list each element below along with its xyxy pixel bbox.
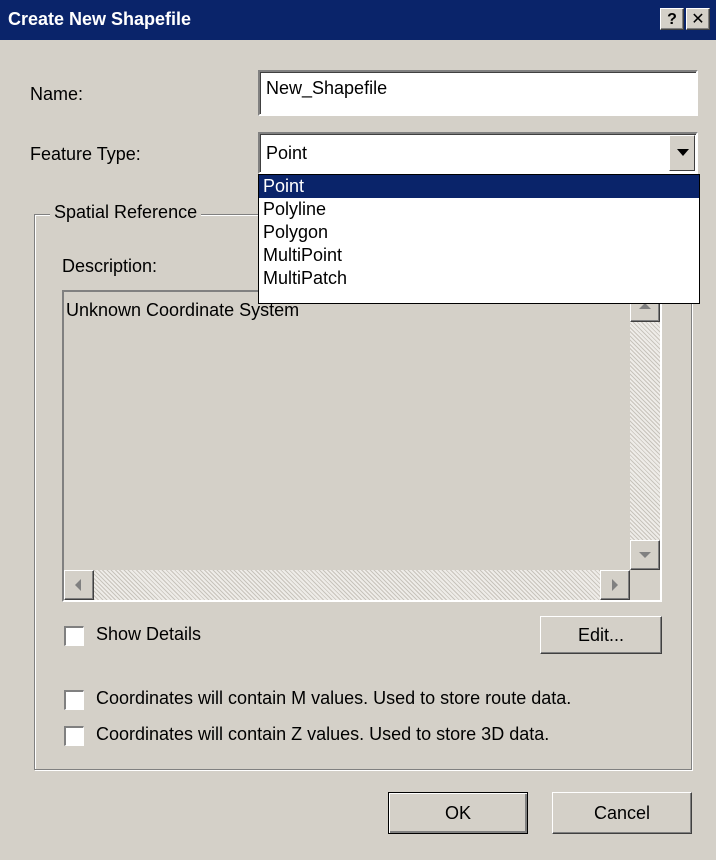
description-label: Description:: [62, 256, 158, 276]
arrow-down-icon: [639, 552, 651, 558]
show-details-checkbox[interactable]: [64, 626, 84, 646]
window-title: Create New Shapefile: [8, 9, 192, 29]
dropdown-button[interactable]: [669, 135, 695, 171]
name-label: Name:: [30, 84, 84, 104]
horizontal-scrollbar[interactable]: [64, 570, 630, 600]
vertical-scrollbar[interactable]: [630, 292, 660, 570]
edit-button[interactable]: Edit...: [540, 616, 662, 654]
feature-type-label: Feature Type:: [30, 144, 141, 164]
scroll-left-button[interactable]: [64, 570, 94, 600]
cancel-button[interactable]: Cancel: [552, 792, 692, 834]
feature-type-value: Point: [266, 143, 308, 163]
name-input-value: New_Shapefile: [266, 78, 388, 98]
close-button[interactable]: ✕: [686, 8, 710, 30]
help-button[interactable]: ?: [660, 8, 684, 30]
feature-type-select[interactable]: Point: [258, 132, 698, 174]
dropdown-option-multipoint[interactable]: MultiPoint: [259, 244, 699, 267]
scrollbar-corner: [630, 570, 660, 600]
z-values-label: Coordinates will contain Z values. Used …: [96, 724, 550, 744]
arrow-left-icon: [75, 579, 81, 591]
dropdown-option-multipatch[interactable]: MultiPatch: [259, 267, 699, 290]
name-input[interactable]: New_Shapefile: [258, 70, 698, 116]
m-values-checkbox[interactable]: [64, 690, 84, 710]
chevron-down-icon: [677, 149, 689, 156]
dropdown-option-polygon[interactable]: Polygon: [259, 221, 699, 244]
feature-type-dropdown-list: Point Polyline Polygon MultiPoint MultiP…: [258, 174, 700, 304]
scroll-down-button[interactable]: [630, 540, 660, 570]
ok-button[interactable]: OK: [388, 792, 528, 834]
dropdown-option-point[interactable]: Point: [259, 175, 699, 198]
z-values-checkbox[interactable]: [64, 726, 84, 746]
arrow-right-icon: [612, 579, 618, 591]
close-icon: ✕: [691, 11, 705, 28]
scroll-right-button[interactable]: [600, 570, 630, 600]
title-bar: Create New Shapefile ? ✕: [0, 0, 716, 40]
dropdown-option-polyline[interactable]: Polyline: [259, 198, 699, 221]
spatial-reference-label: Spatial Reference: [50, 202, 202, 223]
m-values-label: Coordinates will contain M values. Used …: [96, 688, 572, 708]
description-box: Unknown Coordinate System: [62, 290, 662, 602]
show-details-label: Show Details: [96, 624, 202, 644]
